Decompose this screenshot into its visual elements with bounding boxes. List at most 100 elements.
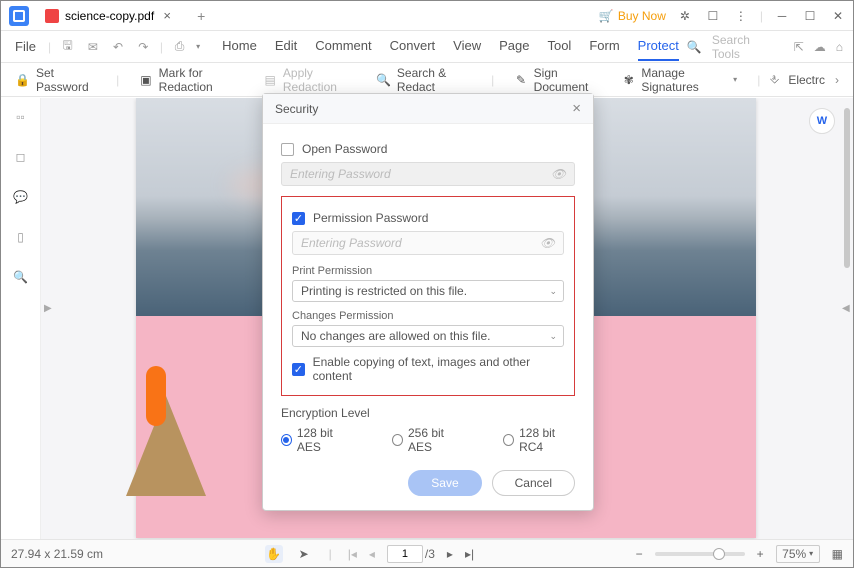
signatures-icon: ✾: [622, 72, 635, 88]
encryption-128-aes-radio[interactable]: 128 bit AES: [281, 426, 352, 454]
attachment-icon[interactable]: ▯: [12, 228, 30, 246]
cart-icon: 🛒: [599, 9, 614, 23]
set-password-button[interactable]: 🔒 Set Password: [15, 66, 96, 94]
open-password-checkbox[interactable]: Open Password: [281, 142, 575, 156]
hand-tool-icon[interactable]: ✋: [265, 545, 283, 563]
minimize-button[interactable]: ─: [773, 7, 791, 25]
manage-signatures-label: Manage Signatures: [641, 66, 727, 94]
permission-password-input[interactable]: Entering Password 👁: [292, 231, 564, 255]
encryption-256-aes-radio[interactable]: 256 bit AES: [392, 426, 463, 454]
search-redact-button[interactable]: 🔍 Search & Redact: [376, 66, 471, 94]
select-tool-icon[interactable]: ➤: [295, 545, 313, 563]
dialog-title: Security: [275, 102, 318, 116]
encryption-level-label: Encryption Level: [281, 406, 575, 420]
file-menu[interactable]: File: [11, 36, 40, 57]
save-icon[interactable]: 🖫: [59, 38, 76, 56]
tab-tool[interactable]: Tool: [547, 32, 571, 61]
apply-redaction-button[interactable]: ▤ Apply Redaction: [264, 66, 356, 94]
encryption-128-rc4-radio[interactable]: 128 bit RC4: [503, 426, 575, 454]
lock-icon: 🔒: [15, 72, 30, 88]
page-dimensions: 27.94 x 21.59 cm: [11, 547, 103, 561]
search-panel-icon[interactable]: 🔍: [12, 268, 30, 286]
open-password-input: Entering Password 👁: [281, 162, 575, 186]
apply-redact-icon: ▤: [264, 72, 277, 88]
cloud-icon[interactable]: ☁: [814, 40, 826, 54]
sign-document-label: Sign Document: [534, 66, 603, 94]
close-window-button[interactable]: ✕: [829, 7, 847, 25]
tab-edit[interactable]: Edit: [275, 32, 297, 61]
document-tab[interactable]: science-copy.pdf ×: [35, 3, 184, 29]
manage-signatures-button[interactable]: ✾ Manage Signatures ▾: [622, 66, 737, 94]
print-icon[interactable]: ⎙: [171, 38, 188, 56]
page-number-input[interactable]: [387, 545, 423, 563]
sign-icon: ✎: [514, 72, 527, 88]
dialog-close-button[interactable]: ×: [572, 100, 581, 117]
notification-icon[interactable]: ☐: [704, 7, 722, 25]
tab-home[interactable]: Home: [222, 32, 257, 61]
buy-now-label: Buy Now: [618, 9, 666, 23]
enable-copy-label: Enable copying of text, images and other…: [313, 355, 564, 383]
expand-icon[interactable]: ⌂: [836, 40, 843, 54]
pdf-icon: [45, 9, 59, 23]
changes-permission-select[interactable]: No changes are allowed on this file. ⌄: [292, 325, 564, 347]
changes-permission-label: Changes Permission: [292, 310, 564, 322]
bookmark-icon[interactable]: ◻: [12, 148, 30, 166]
vertical-scrollbar[interactable]: [844, 108, 850, 268]
next-page-icon[interactable]: ▸: [447, 547, 453, 561]
new-tab-button[interactable]: +: [194, 9, 208, 23]
tab-protect[interactable]: Protect: [638, 32, 679, 61]
print-permission-select[interactable]: Printing is restricted on this file. ⌄: [292, 280, 564, 302]
redact-icon: ▣: [139, 72, 152, 88]
share-icon[interactable]: ⇱: [794, 40, 804, 54]
print-permission-value: Printing is restricted on this file.: [301, 284, 467, 298]
electro-label[interactable]: Electrc: [788, 73, 825, 87]
redo-icon[interactable]: ↷: [135, 38, 152, 56]
expand-right-icon[interactable]: ◀: [842, 298, 850, 318]
search-icon[interactable]: 🔍: [687, 40, 702, 54]
mark-redaction-button[interactable]: ▣ Mark for Redaction: [139, 66, 243, 94]
app-icon: [9, 6, 29, 26]
gift-icon[interactable]: ✲: [676, 7, 694, 25]
first-page-icon[interactable]: |◂: [348, 547, 357, 561]
toolbar-overflow-icon[interactable]: ›: [835, 73, 839, 87]
kebab-menu-icon[interactable]: ⋮: [732, 7, 750, 25]
electro-icon: ⎀: [766, 72, 782, 88]
fit-view-icon[interactable]: ▦: [832, 547, 843, 561]
last-page-icon[interactable]: ▸|: [465, 547, 474, 561]
buy-now-link[interactable]: 🛒 Buy Now: [599, 9, 666, 23]
mark-redaction-label: Mark for Redaction: [159, 66, 244, 94]
prev-page-icon[interactable]: ◂: [369, 547, 375, 561]
sign-document-button[interactable]: ✎ Sign Document: [514, 66, 602, 94]
search-redact-label: Search & Redact: [397, 66, 471, 94]
zoom-value[interactable]: 75%▾: [776, 545, 820, 563]
zoom-in-icon[interactable]: +: [757, 547, 764, 561]
zoom-slider[interactable]: [655, 552, 745, 556]
comment-icon[interactable]: 💬: [12, 188, 30, 206]
enable-copy-checkbox[interactable]: ✓ Enable copying of text, images and oth…: [292, 355, 564, 383]
expand-left-icon[interactable]: ▶: [44, 298, 52, 318]
save-button[interactable]: Save: [408, 470, 481, 496]
tab-convert[interactable]: Convert: [390, 32, 436, 61]
set-password-label: Set Password: [36, 66, 96, 94]
maximize-button[interactable]: ☐: [801, 7, 819, 25]
changes-permission-value: No changes are allowed on this file.: [301, 329, 490, 343]
open-password-label: Open Password: [302, 142, 387, 156]
undo-icon[interactable]: ↶: [109, 38, 126, 56]
search-tools-placeholder[interactable]: Search Tools: [712, 33, 774, 61]
mail-icon[interactable]: ✉: [84, 38, 101, 56]
page-total: /3: [425, 547, 435, 561]
tab-view[interactable]: View: [453, 32, 481, 61]
permission-password-label: Permission Password: [313, 211, 428, 225]
cancel-button[interactable]: Cancel: [492, 470, 575, 496]
tab-page[interactable]: Page: [499, 32, 529, 61]
zoom-out-icon[interactable]: −: [636, 547, 643, 561]
print-permission-label: Print Permission: [292, 265, 564, 277]
eye-icon[interactable]: 👁: [540, 236, 555, 250]
thumbnails-icon[interactable]: ▫▫: [12, 108, 30, 126]
search-redact-icon: 🔍: [376, 72, 391, 88]
permission-password-checkbox[interactable]: ✓ Permission Password: [292, 211, 564, 225]
word-badge-icon[interactable]: W: [809, 108, 835, 134]
tab-comment[interactable]: Comment: [315, 32, 371, 61]
tab-close-icon[interactable]: ×: [160, 9, 174, 23]
tab-form[interactable]: Form: [589, 32, 619, 61]
